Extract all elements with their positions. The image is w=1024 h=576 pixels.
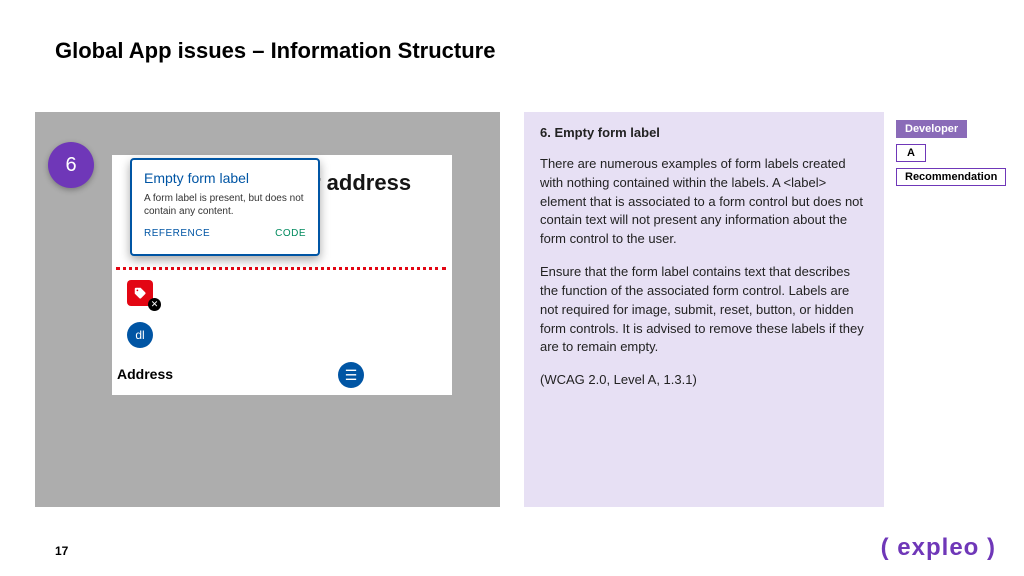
tag-developer: Developer bbox=[896, 120, 967, 138]
issue-heading: 6. Empty form label bbox=[540, 124, 868, 143]
tooltip-reference-link[interactable]: REFERENCE bbox=[144, 228, 210, 239]
page-title: Global App issues – Information Structur… bbox=[55, 38, 495, 64]
issue-paragraph-2: Ensure that the form label contains text… bbox=[540, 263, 868, 357]
tooltip-code-link[interactable]: CODE bbox=[275, 228, 306, 239]
tag-recommendation: Recommendation bbox=[896, 168, 1006, 186]
accessibility-tooltip: Empty form label A form label is present… bbox=[130, 158, 320, 256]
definition-list-icon: dl bbox=[127, 322, 153, 348]
issue-paragraph-1: There are numerous examples of form labe… bbox=[540, 155, 868, 249]
field-label: Address bbox=[117, 366, 173, 382]
issue-detail-panel: 6. Empty form label There are numerous e… bbox=[524, 112, 884, 507]
tag-group: Developer A Recommendation bbox=[896, 120, 1016, 192]
close-icon: ✕ bbox=[148, 298, 161, 311]
tooltip-title: Empty form label bbox=[144, 170, 306, 186]
issue-wcag-ref: (WCAG 2.0, Level A, 1.3.1) bbox=[540, 371, 868, 390]
screenshot-headline: r address bbox=[312, 170, 411, 196]
tooltip-body: A form label is present, but does not co… bbox=[144, 192, 306, 218]
tooltip-links: REFERENCE CODE bbox=[144, 228, 306, 239]
issue-marker: 6 bbox=[48, 142, 94, 188]
list-icon: ☰ bbox=[338, 362, 364, 388]
dotted-separator bbox=[116, 267, 446, 270]
expleo-logo: ( expleo ) bbox=[881, 534, 996, 562]
page-number: 17 bbox=[55, 544, 68, 558]
logo-text: expleo bbox=[897, 534, 979, 561]
tag-level-a: A bbox=[896, 144, 926, 162]
